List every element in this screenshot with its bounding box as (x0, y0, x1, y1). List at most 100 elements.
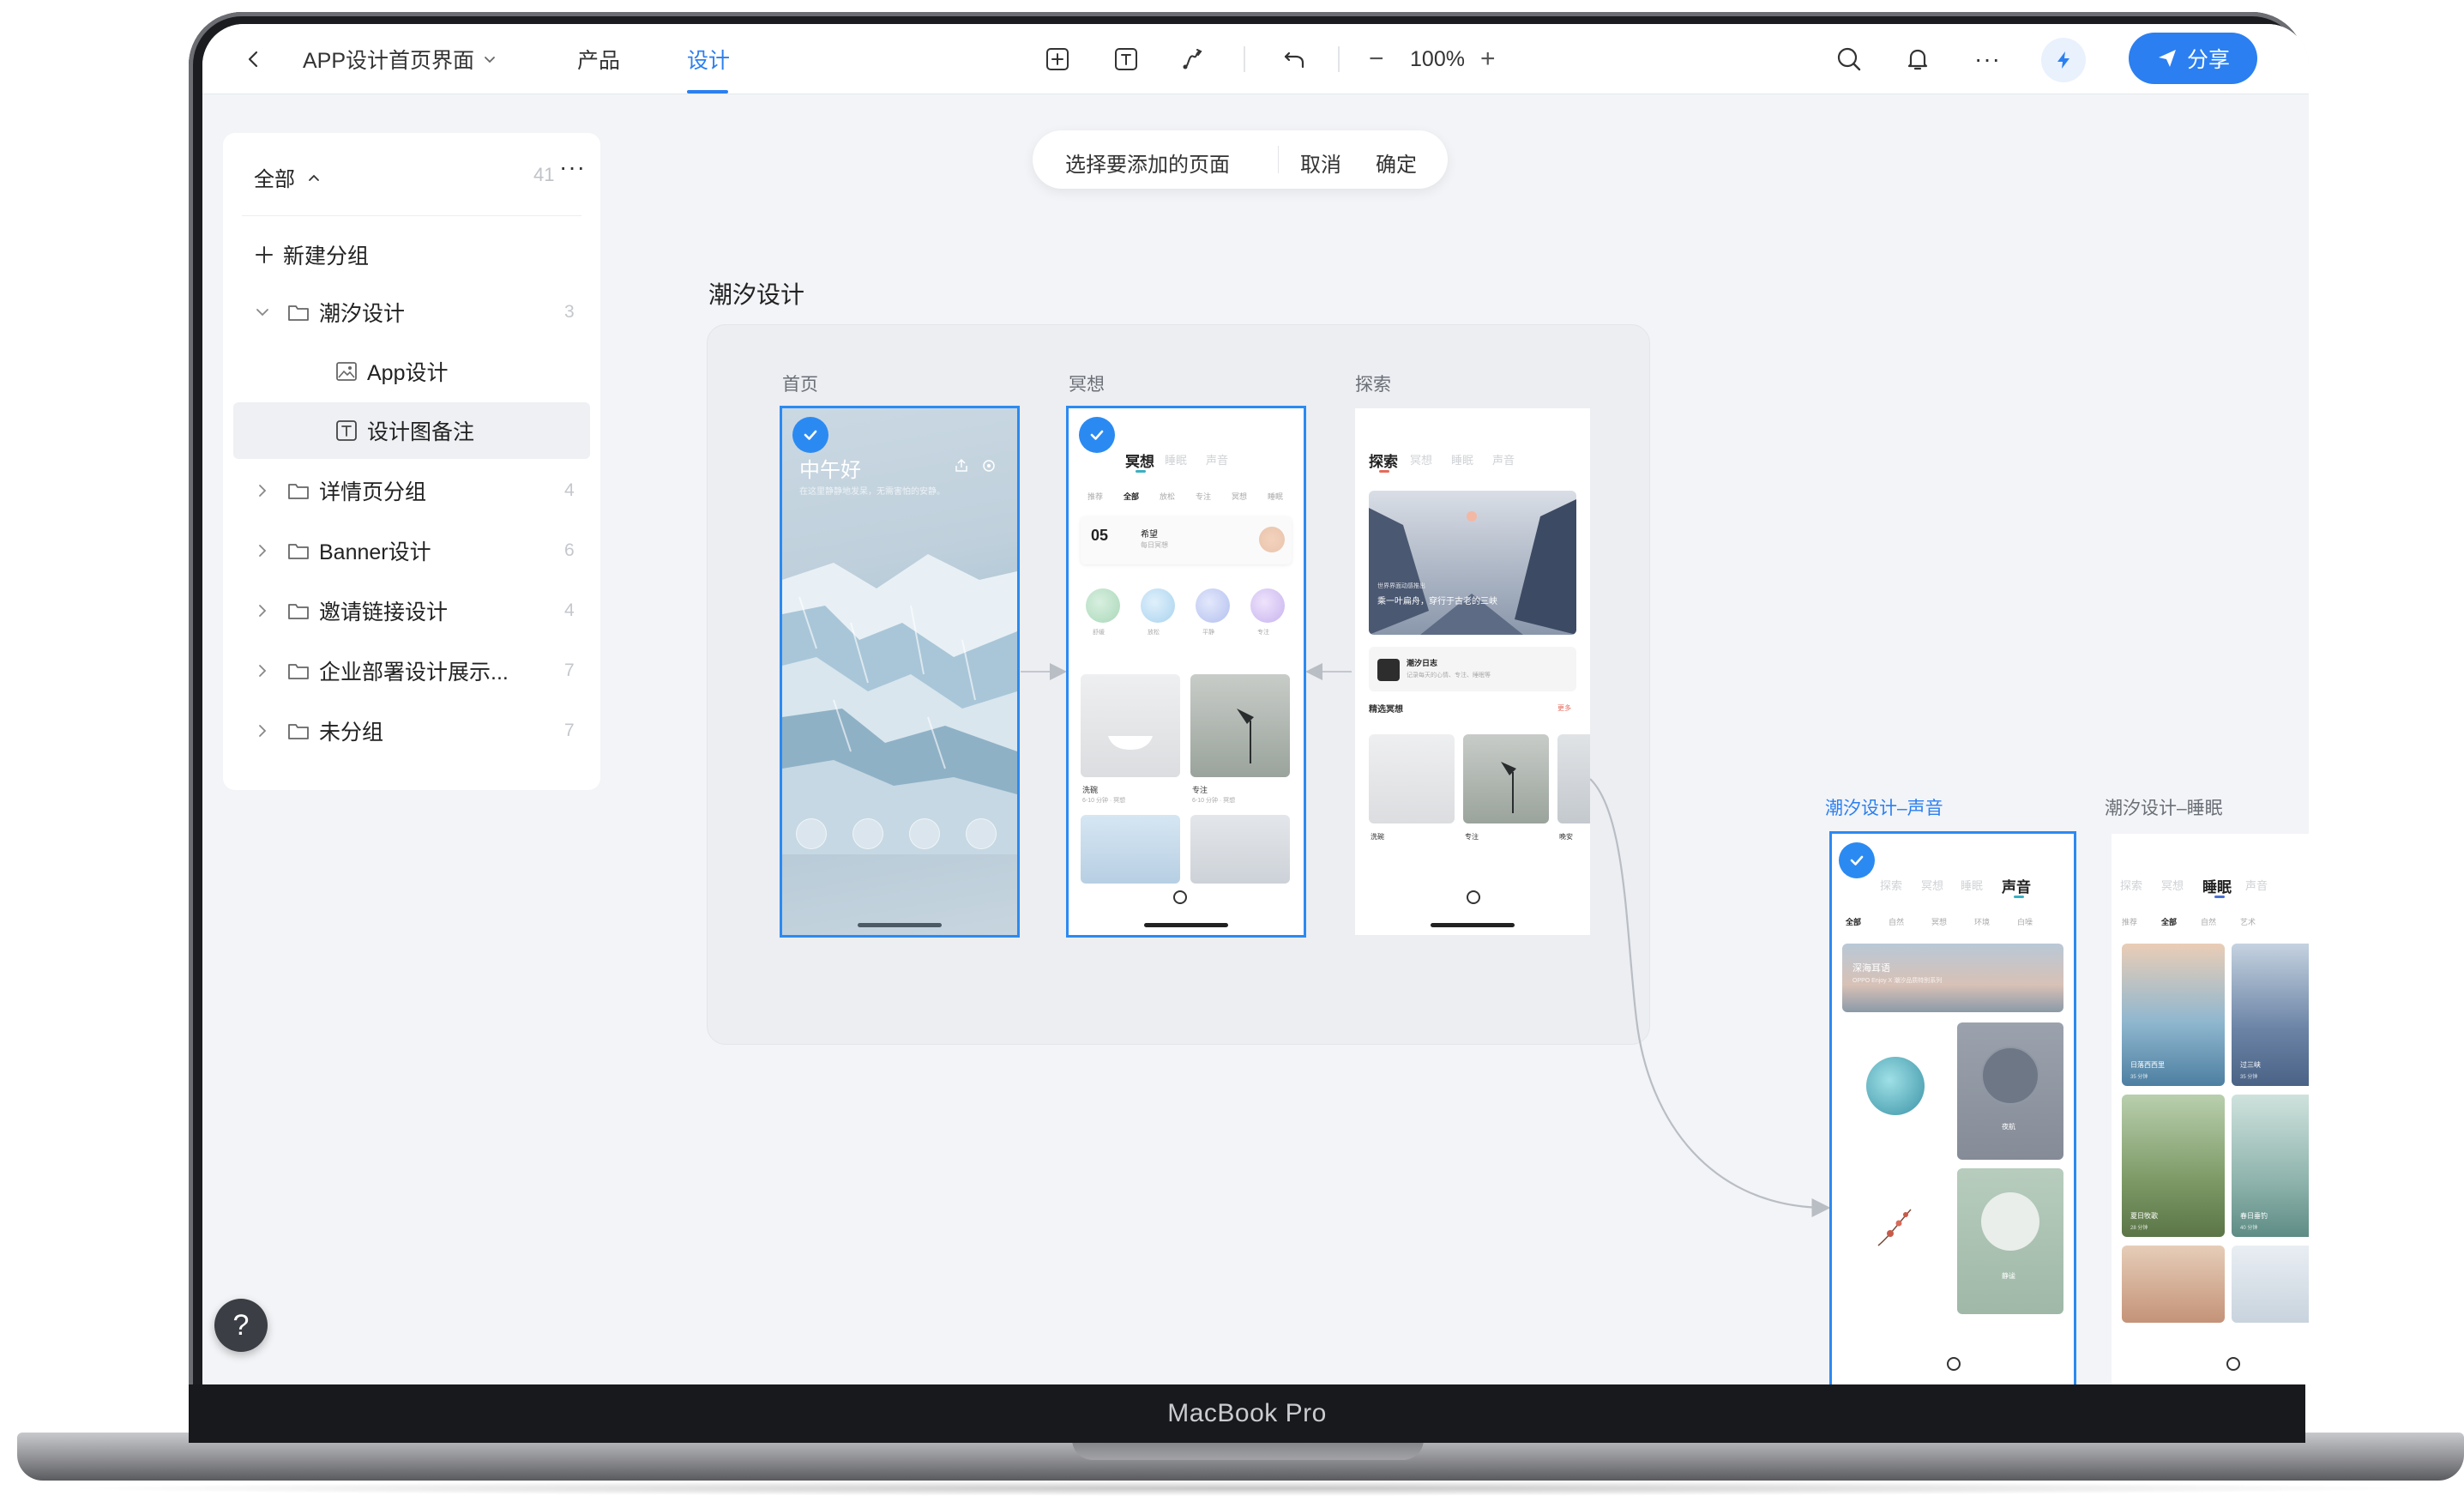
sidebar-item-invite-link[interactable]: 邀请链接设计 4 (233, 582, 590, 639)
add-square-icon (1046, 48, 1069, 70)
sidebar-item-label: 详情页分组 (319, 480, 427, 504)
frame-explore[interactable]: 探索 冥想 睡眠 声音 世界界面动感推出 乘一叶扁舟，穿行于古老的三峡 潮汐日志… (1355, 408, 1590, 935)
tile-label: 过三峡 (2240, 1061, 2261, 1069)
zoom-in-button[interactable]: + (1480, 24, 1496, 94)
mood-label: 放松 (1148, 630, 1160, 636)
chevron-right-icon (259, 605, 267, 617)
search-button[interactable] (1835, 24, 1863, 94)
faint-tab: 睡眠 (1451, 454, 1474, 467)
folder-icon (288, 484, 309, 499)
sleep-tile (2232, 1246, 2309, 1323)
sidebar-item-enterprise[interactable]: 企业部署设计展示... 7 (233, 642, 590, 699)
mode-nature-button (966, 818, 997, 849)
sidebar-item-label: Banner设计 (319, 540, 431, 564)
faint-tab: 冥想 (2161, 879, 2184, 892)
notifications-button[interactable] (1904, 24, 1931, 94)
sound-banner: 深海耳语 OPPO Enjoy X 潮汐品质特别系列 (1842, 944, 2063, 1012)
section-more: 更多 (1557, 704, 1571, 712)
group-filter-dropdown[interactable]: 全部 (254, 162, 321, 192)
tab-design[interactable]: 设计 (687, 24, 730, 94)
connector-curve-icon (1183, 49, 1202, 69)
tab-underline (1379, 470, 1389, 473)
meditation-tile (1190, 815, 1290, 884)
meditation-tile (1081, 674, 1180, 777)
category-tab: 睡眠 (1268, 492, 1284, 501)
sidebar-item-detail-group[interactable]: 详情页分组 4 (233, 462, 590, 519)
sidebar-item-label: App设计 (367, 361, 449, 385)
explore-banner: 世界界面动感推出 乘一叶扁舟，穿行于古老的三峡 (1369, 491, 1576, 635)
new-group-button[interactable]: 新建分组 (233, 226, 590, 283)
sidebar-item-count: 3 (564, 302, 575, 322)
sidebar-item-banner-design[interactable]: Banner设计 6 (233, 522, 590, 579)
sidebar-item-ungrouped[interactable]: 未分组 7 (233, 703, 590, 759)
chevron-down-icon (485, 57, 495, 63)
back-button[interactable] (238, 24, 269, 94)
cancel-button[interactable]: 取消 (1300, 148, 1341, 178)
sidebar-item-design-notes[interactable]: 设计图备注 (233, 402, 590, 459)
quick-action-button[interactable] (2041, 38, 2086, 82)
chevron-right-icon (259, 485, 267, 497)
more-options-button[interactable]: ··· (1974, 24, 2001, 94)
tile-label: 静谧 (2002, 1272, 2015, 1280)
frame-sound[interactable]: 探索 冥想 睡眠 声音 全部 自然 冥想 环境 白噪 深海耳语 OPPO Enj… (1829, 831, 2076, 1384)
banner-text: 乘一叶扁舟，穿行于古老的三峡 (1377, 597, 1497, 606)
settings-icon (983, 460, 995, 472)
chevron-right-icon (259, 545, 267, 557)
meditation-tile (1369, 734, 1455, 823)
category-tab: 冥想 (1931, 918, 1948, 926)
faint-tab: 声音 (1492, 454, 1515, 467)
category-tab: 艺术 (2240, 918, 2256, 926)
faint-tab: 冥想 (1921, 879, 1944, 892)
home-indicator (858, 923, 942, 927)
journal-title: 潮汐日志 (1407, 659, 1438, 667)
tile-label: 洗碗 (1082, 786, 1099, 794)
tab-underline (2214, 896, 2225, 898)
category-tab: 自然 (1889, 918, 1905, 926)
category-tab: 白噪 (2017, 918, 2033, 926)
mode-focus-button (852, 818, 883, 849)
undo-button[interactable] (1281, 24, 1307, 94)
faint-tab: 睡眠 (1165, 454, 1188, 467)
folder-icon (288, 544, 309, 559)
text-tool-button[interactable] (1113, 24, 1139, 94)
nav-icon (1947, 1357, 1961, 1371)
category-tab: 专注 (1196, 492, 1212, 501)
zoom-level[interactable]: 100% (1400, 24, 1475, 94)
chevron-right-icon (259, 725, 267, 737)
chevron-up-icon (309, 174, 319, 181)
frame-sleep[interactable]: 探索 冥想 睡眠 声音 推荐 全部 自然 艺术 日落西西里 35 分钟 过三峡 … (2112, 834, 2309, 1384)
faint-tab: 探索 (2120, 879, 2143, 892)
share-out-icon (955, 458, 967, 472)
meditation-tile (1081, 815, 1180, 884)
journal-card: 潮汐日志 记录每天的心情、专注、睡眠等 (1369, 647, 1576, 691)
sound-tile: 静谧 (1957, 1168, 2063, 1314)
share-button[interactable]: 分享 (2129, 33, 2257, 84)
category-tab: 全部 (1124, 492, 1140, 501)
search-icon (1837, 47, 1861, 71)
selected-check-icon (1079, 417, 1115, 453)
document-title-dropdown[interactable]: APP设计首页界面 (303, 24, 497, 94)
text-box-icon (1115, 48, 1137, 70)
confirm-button[interactable]: 确定 (1376, 148, 1417, 178)
frame-meditate[interactable]: 冥想 睡眠 声音 推荐 全部 放松 专注 冥想 睡眠 05 希望 每日冥想 舒缓… (1066, 406, 1306, 938)
bell-icon (1907, 49, 1928, 70)
add-frame-button[interactable] (1045, 24, 1070, 94)
tile-label: 专注 (1465, 833, 1479, 841)
help-button[interactable]: ? (214, 1299, 268, 1352)
tile-sub: 6-10 分钟 · 冥想 (1192, 798, 1236, 804)
zoom-out-button[interactable]: − (1369, 24, 1384, 94)
tile-label: 日落西西里 (2130, 1061, 2165, 1069)
faint-tab: 冥想 (1410, 454, 1433, 467)
plus-icon (256, 246, 273, 263)
sidebar-item-app-design[interactable]: App设计 (233, 343, 590, 400)
connector-tool-button[interactable] (1180, 24, 1206, 94)
sidebar-item-tide-design[interactable]: 潮汐设计 3 (233, 284, 590, 341)
frame-home[interactable]: 中午好 在这里静静地发呆，无需害怕的安静。 (780, 406, 1020, 938)
sidebar-item-label: 潮汐设计 (319, 302, 406, 326)
sidebar-item-count: 7 (564, 661, 575, 680)
mood-label: 专注 (1257, 630, 1269, 636)
tab-product[interactable]: 产品 (577, 24, 620, 94)
category-tab: 自然 (2201, 918, 2217, 926)
folder-icon (288, 664, 309, 679)
sidebar-more-button[interactable]: ··· (559, 154, 586, 181)
